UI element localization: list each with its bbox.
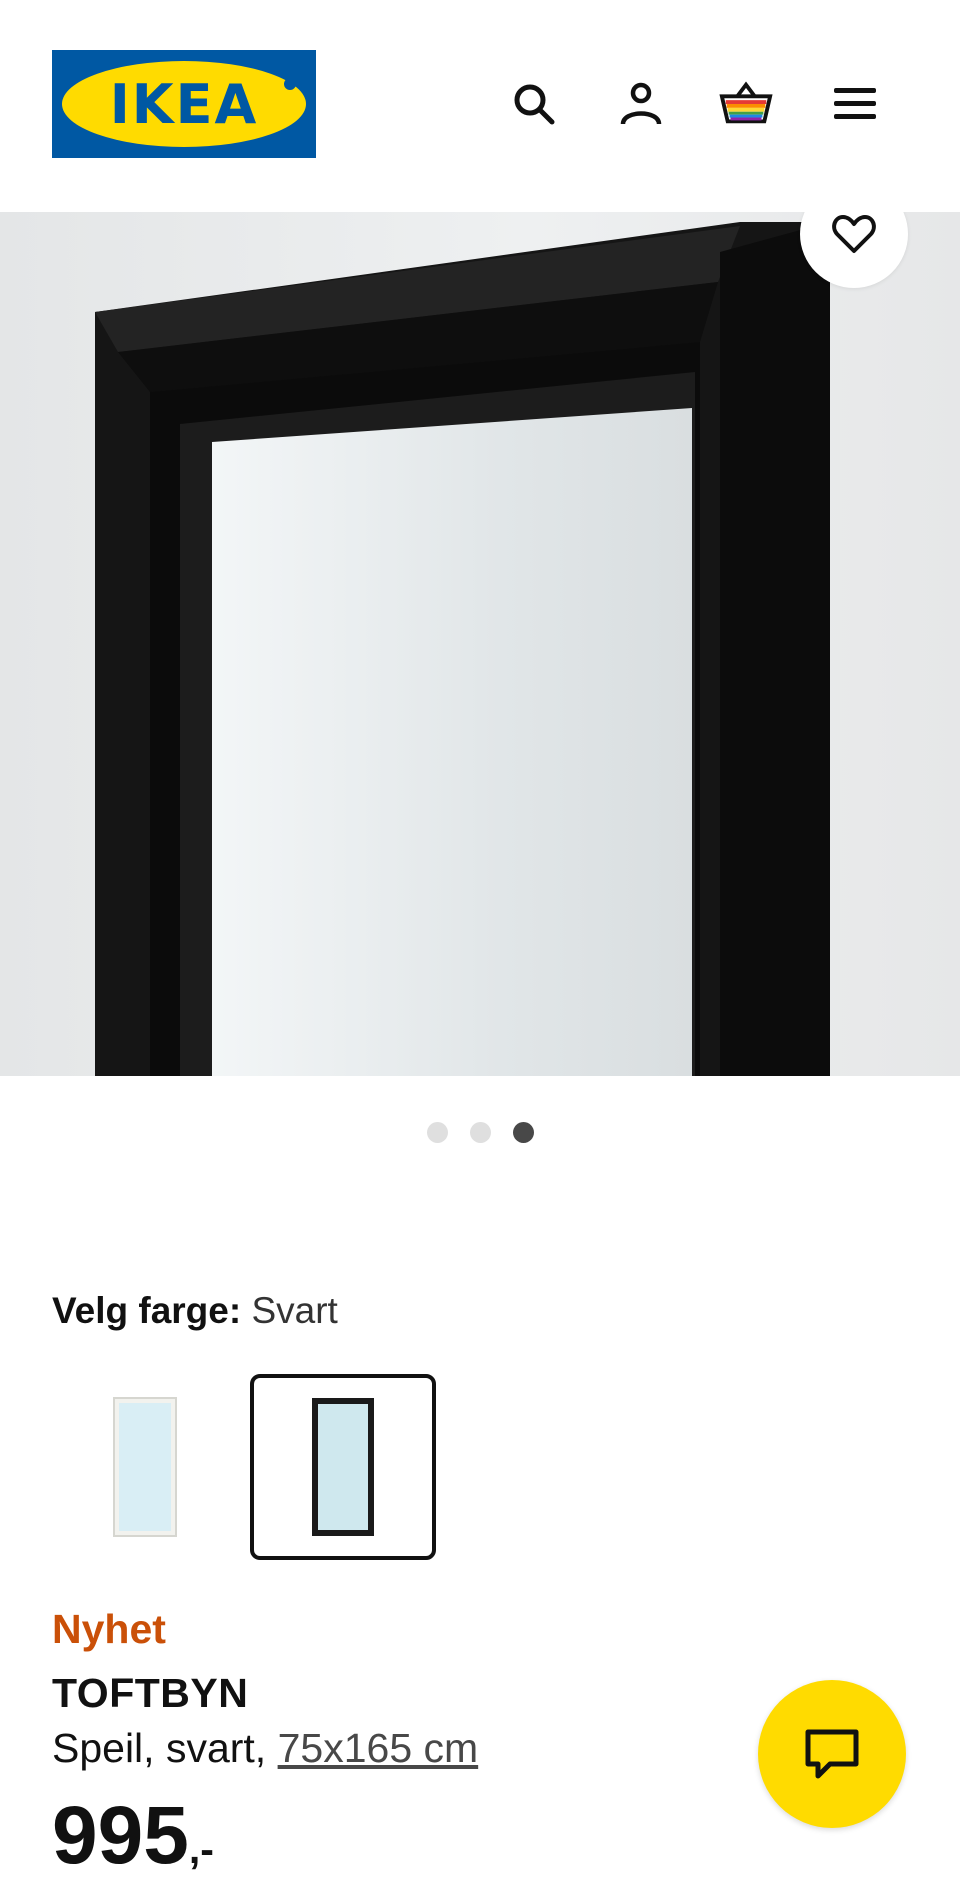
new-badge: Nyhet [52, 1606, 166, 1652]
chat-button[interactable] [758, 1680, 906, 1828]
product-description-text: Speil, svart, [52, 1725, 267, 1771]
account-icon[interactable] [613, 76, 669, 132]
color-picker-label: Velg farge: Svart [52, 1290, 338, 1332]
search-icon[interactable] [506, 76, 562, 132]
basket-icon[interactable] [718, 76, 774, 132]
product-name: TOFTBYN [52, 1670, 249, 1716]
menu-icon[interactable] [826, 76, 882, 132]
carousel-dot[interactable] [426, 1122, 448, 1143]
carousel-dot[interactable] [469, 1122, 491, 1143]
logo-text: IKEA [109, 72, 259, 136]
product-price: 995,- [52, 1795, 214, 1877]
white-mirror-thumbnail [113, 1397, 177, 1537]
price-suffix: ,- [188, 1826, 214, 1872]
product-description: Speil, svart, 75x165 cm [52, 1725, 478, 1772]
color-selected-value: Svart [251, 1290, 338, 1331]
registered-mark [284, 78, 296, 90]
product-dimensions-link[interactable]: 75x165 cm [278, 1725, 479, 1771]
black-mirror-thumbnail [312, 1398, 374, 1536]
color-label-key: Velg farge: [52, 1290, 242, 1331]
price-main: 995 [52, 1790, 189, 1881]
product-image-gallery[interactable] [0, 212, 960, 1076]
heart-icon [832, 215, 876, 253]
chat-bubble-icon [805, 1729, 859, 1779]
ikea-logo[interactable]: IKEA [52, 50, 316, 158]
color-option-black[interactable] [250, 1374, 436, 1560]
carousel-dots [0, 1122, 960, 1144]
color-option-white[interactable] [52, 1374, 238, 1560]
carousel-dot-active[interactable] [512, 1122, 534, 1143]
mirror-glass [212, 408, 692, 1076]
header: IKEA [0, 0, 960, 212]
